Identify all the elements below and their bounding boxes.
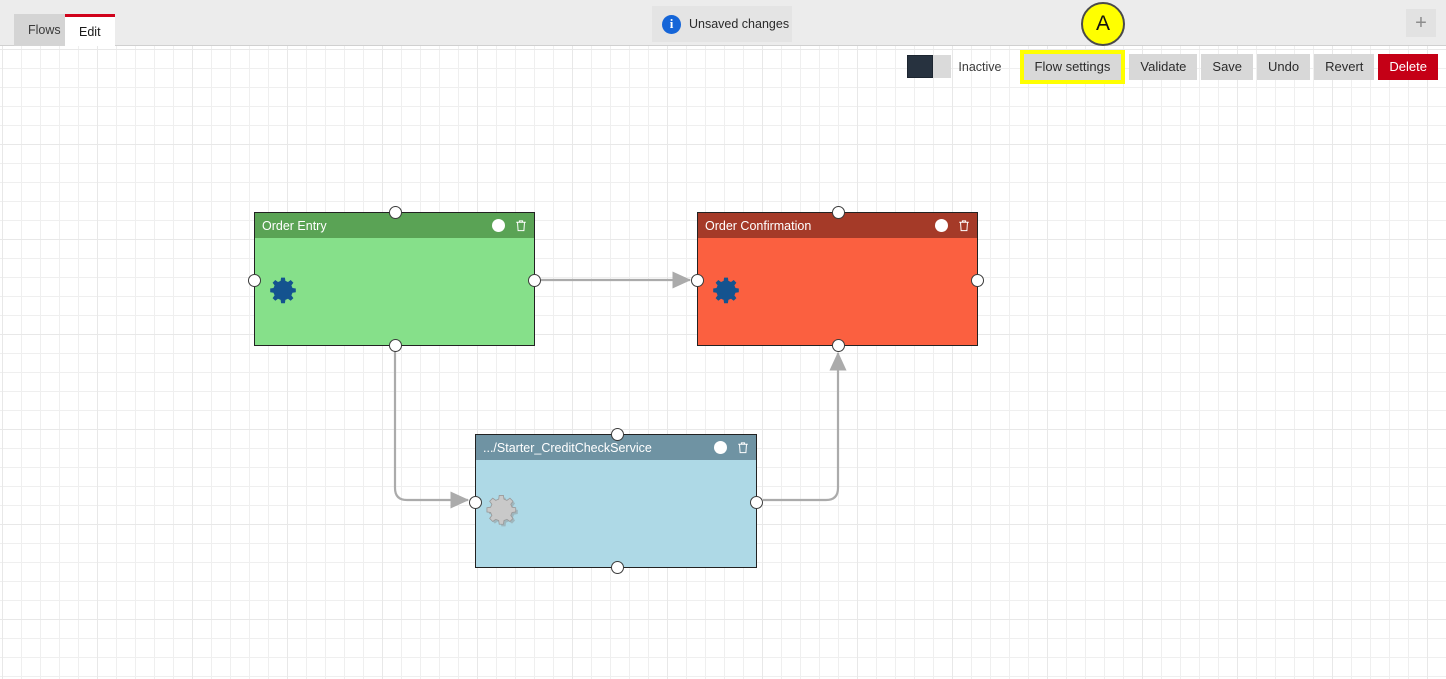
port-right[interactable] [750, 496, 763, 509]
port-top[interactable] [611, 428, 624, 441]
port-top[interactable] [389, 206, 402, 219]
info-icon: i [662, 14, 681, 34]
port-bottom[interactable] [389, 339, 402, 352]
tab-edit-label: Edit [79, 24, 101, 39]
port-left[interactable] [469, 496, 482, 509]
delete-button[interactable]: Delete [1378, 53, 1438, 80]
unsaved-changes-status: i Unsaved changes [652, 6, 792, 42]
port-left[interactable] [691, 274, 704, 287]
editor-toolbar: Inactive Flow settings Validate Save Und… [907, 49, 1438, 84]
toggle-knob [907, 55, 934, 78]
toggle-state-label: Inactive [958, 59, 1002, 74]
save-button[interactable]: Save [1201, 53, 1254, 80]
validate-button[interactable]: Validate [1129, 53, 1198, 80]
tab-edit[interactable]: Edit [65, 14, 115, 46]
active-state-toggle[interactable] [907, 55, 952, 78]
undo-button[interactable]: Undo [1257, 53, 1311, 80]
port-bottom[interactable] [611, 561, 624, 574]
unsaved-changes-label: Unsaved changes [689, 17, 790, 31]
connection-order-entry-to-creditcheck [393, 352, 470, 509]
port-bottom[interactable] [832, 339, 845, 352]
add-tab-button[interactable]: + [1406, 9, 1436, 37]
connection-creditcheck-to-order-confirmation [763, 351, 847, 502]
port-right[interactable] [528, 274, 541, 287]
connections-layer [393, 271, 847, 509]
flow-canvas[interactable]: Order Entry i Order Confirmation i .../S… [0, 46, 1446, 679]
port-left[interactable] [248, 274, 261, 287]
active-state-toggle-wrap: Inactive [907, 55, 1002, 78]
plus-icon: + [1415, 12, 1427, 34]
revert-button[interactable]: Revert [1314, 53, 1375, 80]
tab-flows-label: Flows [28, 23, 61, 37]
port-right[interactable] [971, 274, 984, 287]
annotation-badge-a: A [1081, 2, 1125, 46]
tab-bar: Flows Edit i Unsaved changes + [0, 0, 1446, 46]
flow-settings-button[interactable]: Flow settings [1019, 49, 1126, 84]
flow-editor-window: Flows Edit i Unsaved changes + Order Ent… [0, 0, 1446, 679]
port-top[interactable] [832, 206, 845, 219]
